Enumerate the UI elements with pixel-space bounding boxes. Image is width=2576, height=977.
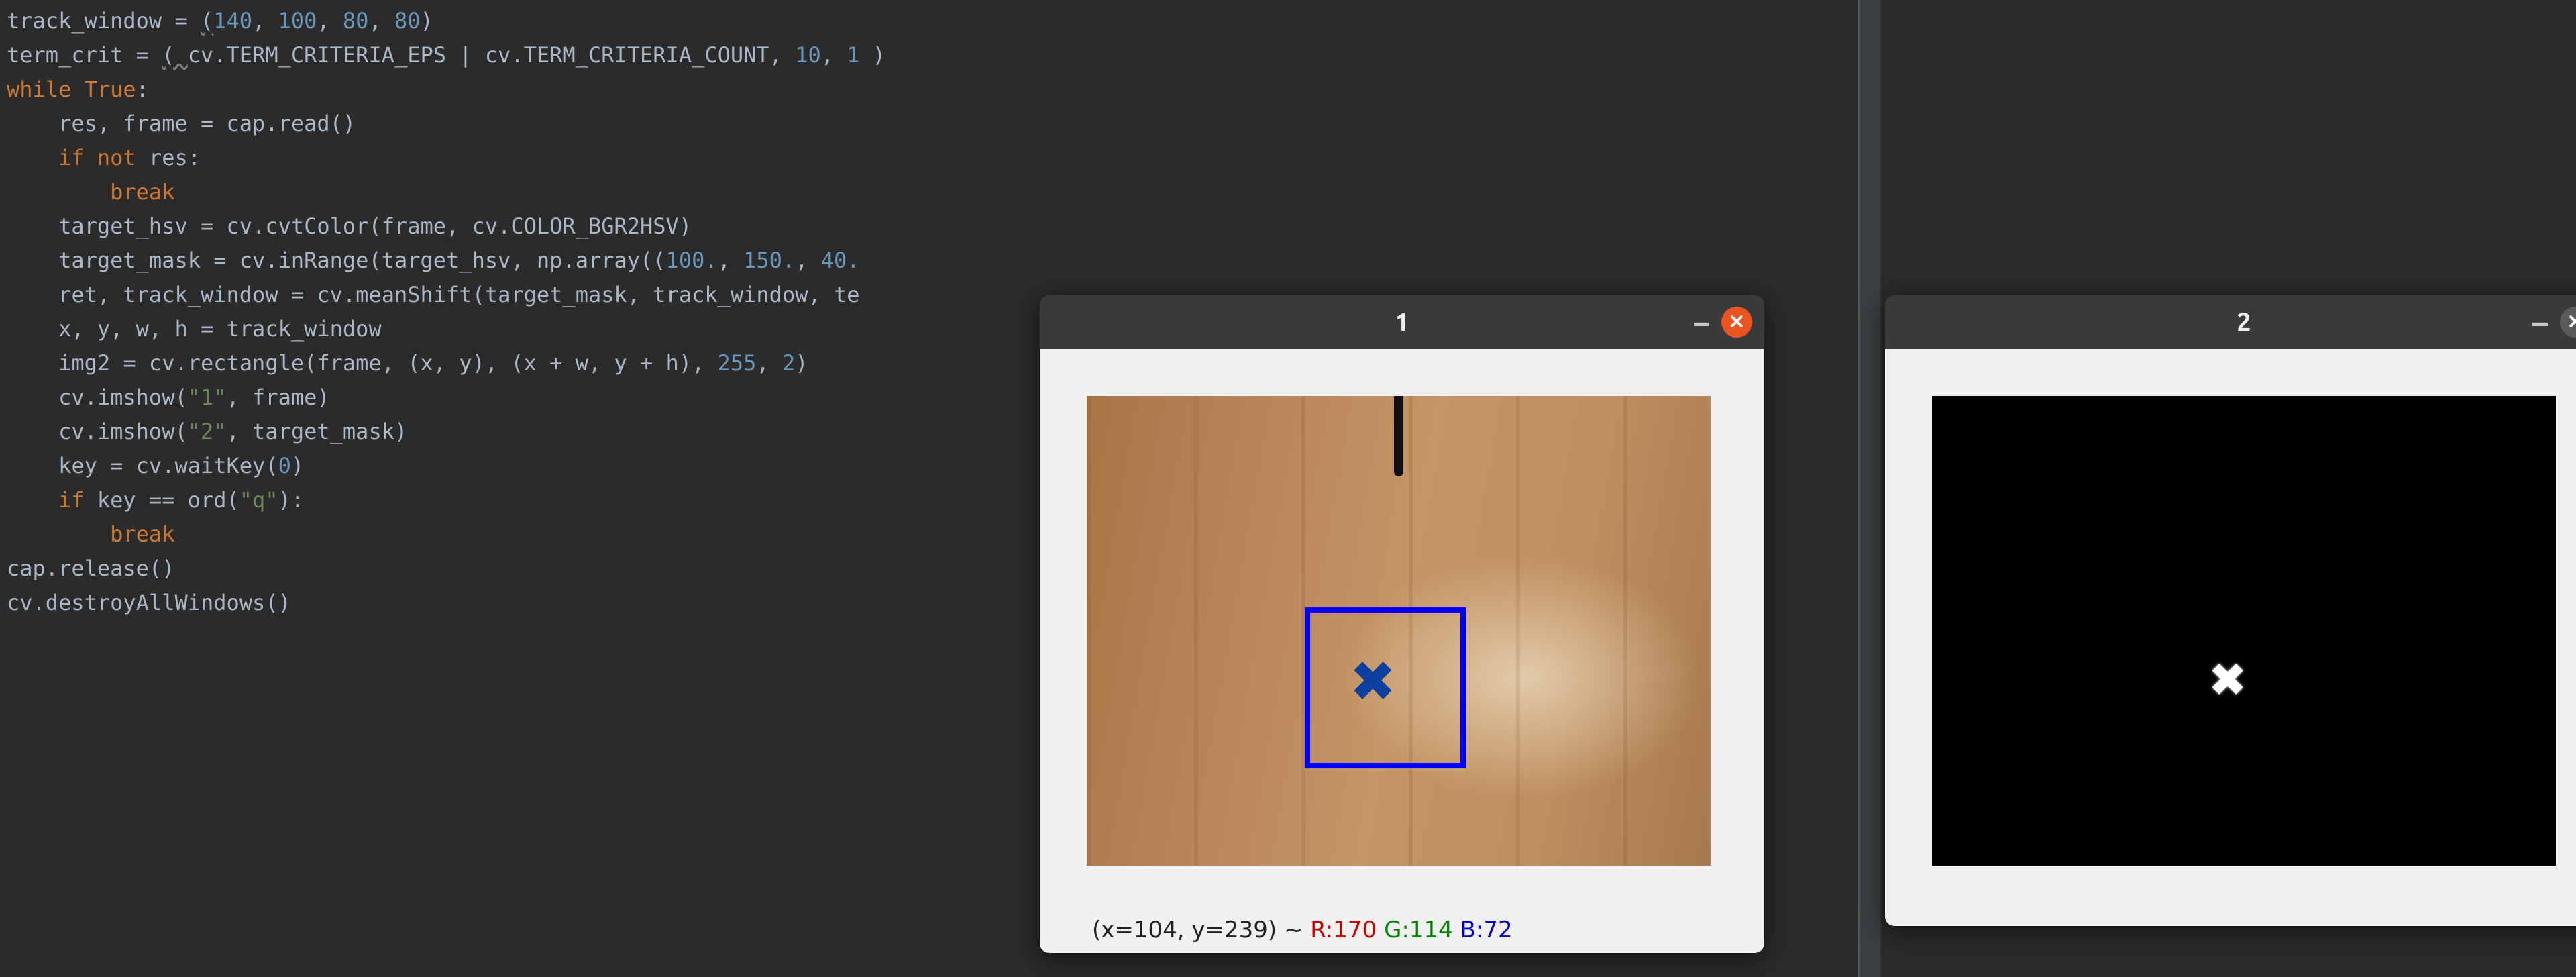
coord-xlabel: (x=	[1092, 917, 1134, 943]
titlebar[interactable]: 1 – ✕	[1040, 295, 1764, 349]
coord-sep: , y=	[1177, 917, 1224, 943]
close-icon[interactable]: ✕	[1721, 307, 1752, 338]
b-label: B:	[1460, 917, 1484, 943]
window-title: 2	[2237, 308, 2251, 336]
ceiling-object	[1394, 396, 1403, 476]
video-frame[interactable]: ✖	[1087, 396, 1711, 866]
b-value: 72	[1483, 917, 1512, 943]
r-label: R:	[1310, 917, 1333, 943]
cv-window-1[interactable]: 1 – ✕ ✖ (x=104, y=239) ~ R:170 G:114 B:7…	[1040, 295, 1764, 953]
window-title: 1	[1395, 308, 1409, 336]
window-content: ✖ (x=104, y=239) ~ R:170 G:114 B:72	[1040, 349, 1764, 953]
pixel-readout: (x=104, y=239) ~ R:170 G:114 B:72	[1087, 910, 1717, 953]
window-content: ✖	[1885, 349, 2576, 926]
coord-x: 104	[1134, 917, 1177, 943]
panel-splitter[interactable]	[1858, 0, 1882, 977]
mask-frame[interactable]: ✖	[1932, 396, 2556, 866]
g-label: G:	[1384, 917, 1409, 943]
coord-suffix: ) ~	[1268, 917, 1310, 943]
coord-y: 239	[1224, 917, 1268, 943]
r-value: 170	[1333, 917, 1377, 943]
g-value: 114	[1409, 917, 1453, 943]
cv-window-2[interactable]: 2 – ✕ ✖	[1885, 295, 2576, 926]
mask-blob-icon: ✖	[2210, 644, 2247, 715]
titlebar[interactable]: 2 – ✕	[1885, 295, 2576, 349]
close-icon[interactable]: ✕	[2560, 307, 2576, 338]
target-x-icon: ✖	[1352, 637, 1396, 723]
